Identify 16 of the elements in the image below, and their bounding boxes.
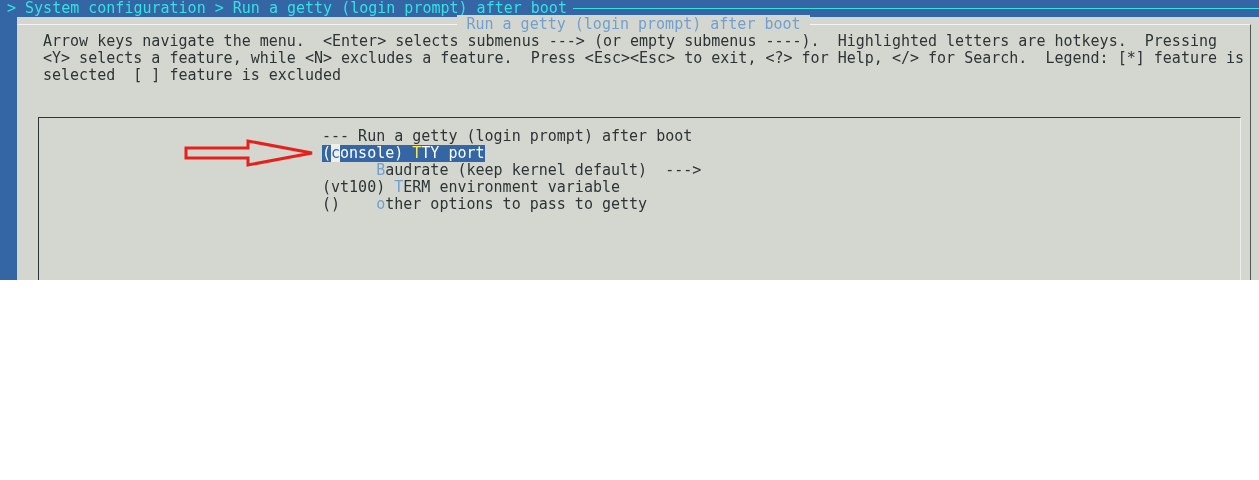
breadcrumb-path: > System configuration > Run a getty (login prompt) after boot [7,0,567,17]
menu-item[interactable]: Baudrate (keep kernel default) ---> [322,162,702,179]
option-label: Baudrate (keep kernel default) [376,161,648,179]
option-label: TERM environment variable [394,178,620,196]
option-setting: (console) [322,145,405,162]
help-text: Arrow keys navigate the menu. <Enter> selects submenus ---> (or empty submenus ----). Highlighted letters are hotkeys. Pressing <Y> selects a feature, while <N> excludes a feature. Press <Esc><Esc> to exit, <?> for Help, </> for Search. Legend: [*] feature is selected [ ] feature is excluded [43,33,1245,84]
submenu-indicator: ---> [665,161,702,179]
menu-item[interactable]: () other options to pass to getty [322,196,648,213]
option-setting: () [322,196,342,213]
dialog-title: Run a getty (login prompt) after boot [457,15,810,33]
option-setting: (vt100) [322,179,387,196]
menu-comment: --- Run a getty (login prompt) after boot [322,128,693,145]
option-label: other options to pass to getty [376,195,648,213]
menu-item[interactable]: (vt100) TERM environment variable [322,179,620,196]
option-label: TTY port [412,144,485,162]
menu-item[interactable]: (console) TTY port [322,145,485,162]
